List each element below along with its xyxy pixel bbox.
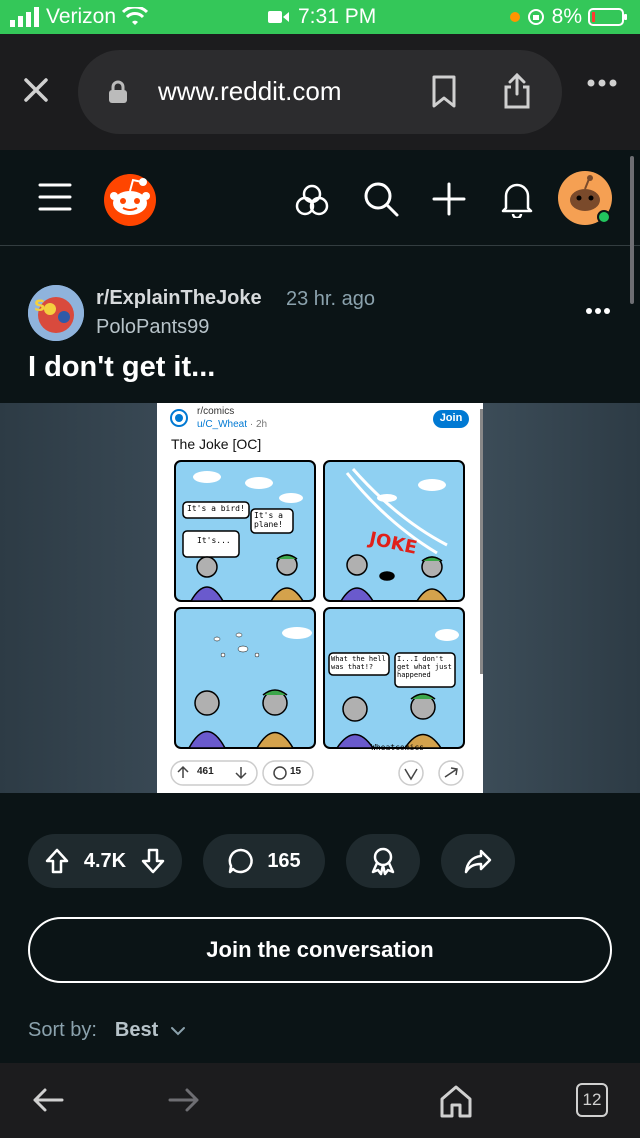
post-media[interactable]: r/comics u/C_Wheat · 2h Join The Joke [O… xyxy=(0,403,640,793)
comic-image xyxy=(170,409,483,786)
back-arrow-icon[interactable] xyxy=(32,1087,64,1113)
subreddit-avatar[interactable]: S xyxy=(28,285,84,341)
comic-bubble-bird: It's a bird! xyxy=(187,504,245,513)
post-more-icon[interactable] xyxy=(585,307,611,315)
award-icon xyxy=(371,847,395,876)
url-text: www.reddit.com xyxy=(158,76,342,106)
battery-icon xyxy=(588,8,627,26)
share-icon[interactable] xyxy=(502,72,532,110)
tabs-button[interactable]: 12 xyxy=(576,1083,608,1117)
comic-signature: Wheatcomics xyxy=(371,743,424,752)
svg-text:S: S xyxy=(34,296,46,315)
carrier-name: Verizon xyxy=(46,5,117,28)
sort-value: Best xyxy=(114,1019,159,1041)
embedded-title: The Joke [OC] xyxy=(171,436,262,452)
post-time: 23 hr. ago xyxy=(286,288,375,310)
comic-bubble-plane: It's a plane! xyxy=(254,511,283,529)
embedded-subreddit: r/comics xyxy=(197,406,235,417)
close-icon[interactable] xyxy=(20,74,52,106)
vote-count: 4.7K xyxy=(83,849,127,872)
home-icon[interactable] xyxy=(438,1083,474,1119)
forward-arrow-icon[interactable] xyxy=(168,1087,200,1113)
address-bar[interactable]: www.reddit.com xyxy=(78,50,562,134)
tab-count: 12 xyxy=(582,1090,602,1109)
browser-bottom-bar: 12 xyxy=(0,1063,640,1138)
bookmark-icon[interactable] xyxy=(430,74,458,110)
comic-bubble-dont-get: I...I don't get what just happened xyxy=(397,655,452,679)
embedded-author-time: u/C_Wheat · 2h xyxy=(197,419,268,430)
orange-dot-icon xyxy=(509,12,520,22)
notifications-bell-icon[interactable] xyxy=(500,180,534,218)
reddit-header xyxy=(0,150,640,246)
vote-bar: 4.7K xyxy=(28,834,182,888)
downvote-icon[interactable] xyxy=(140,847,166,875)
create-post-icon[interactable] xyxy=(432,182,466,216)
sort-control[interactable]: Sort by: Best xyxy=(28,1019,186,1042)
sort-label: Sort by: xyxy=(28,1019,97,1041)
user-avatar[interactable] xyxy=(557,170,613,226)
subreddit-avatar-icon: S xyxy=(28,285,84,341)
signal-icon xyxy=(10,7,39,27)
chevron-down-icon xyxy=(171,1026,186,1035)
screen-record-icon xyxy=(268,11,289,23)
more-options-icon[interactable] xyxy=(586,78,618,88)
clock: 7:31 PM xyxy=(298,5,377,28)
browser-toolbar: www.reddit.com xyxy=(0,34,640,150)
orientation-lock-icon xyxy=(527,9,544,25)
comments-button[interactable]: 165 xyxy=(203,834,325,888)
popular-icon[interactable] xyxy=(294,182,330,218)
award-button[interactable] xyxy=(346,834,420,888)
wifi-icon xyxy=(122,7,149,25)
comment-icon xyxy=(228,848,254,874)
join-conversation-button[interactable]: Join the conversation xyxy=(28,917,612,983)
comic-bubble-what: What the hell was that!? xyxy=(331,655,386,671)
hamburger-menu-icon[interactable] xyxy=(38,182,72,212)
status-bar: Verizon 7:31 PM 8% xyxy=(0,0,640,34)
post-title: I don't get it... xyxy=(28,351,216,383)
lock-icon xyxy=(109,80,127,103)
embedded-join-button: Join xyxy=(439,412,463,424)
embedded-upvote-count: 461 xyxy=(197,766,214,777)
share-arrow-icon xyxy=(464,849,492,874)
comic-screenshot: r/comics u/C_Wheat · 2h Join The Joke [O… xyxy=(157,403,483,793)
share-button[interactable] xyxy=(441,834,515,888)
embedded-comment-count: 15 xyxy=(290,766,302,777)
search-icon[interactable] xyxy=(362,180,400,218)
post-author[interactable]: PoloPants99 xyxy=(96,316,209,339)
battery-percent: 8% xyxy=(551,5,582,28)
scrollbar[interactable] xyxy=(630,156,634,304)
comic-bubble-its: It's... xyxy=(197,536,231,545)
post-actions: 4.7K 165 xyxy=(0,834,640,890)
upvote-icon[interactable] xyxy=(44,847,70,875)
subreddit-name[interactable]: r/ExplainTheJoke xyxy=(96,287,262,310)
comment-count: 165 xyxy=(267,849,301,872)
reddit-logo-icon[interactable] xyxy=(102,170,158,226)
online-status-dot xyxy=(597,210,611,224)
